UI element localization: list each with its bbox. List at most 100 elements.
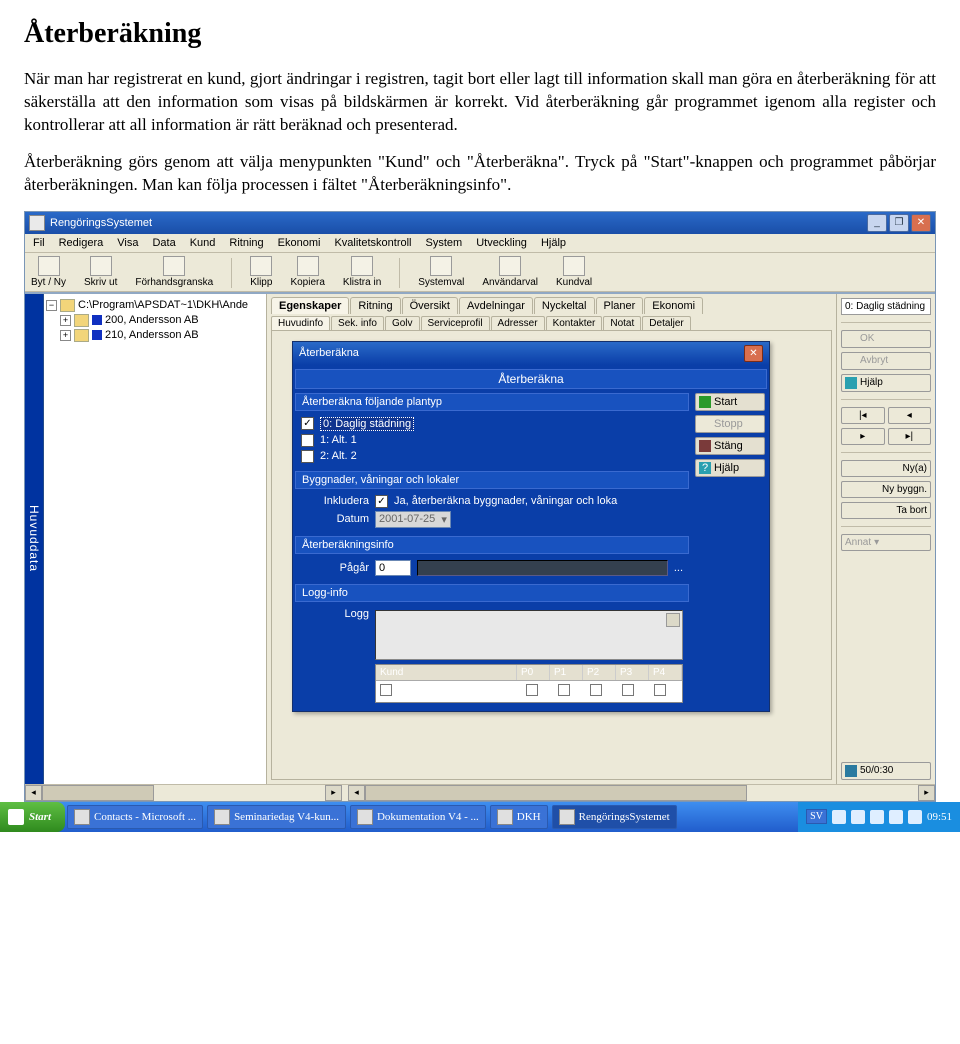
task-contacts[interactable]: Contacts - Microsoft ... xyxy=(67,805,203,829)
tabort-button[interactable]: Ta bort xyxy=(841,502,931,519)
row-p1-checkbox[interactable] xyxy=(558,684,570,696)
language-indicator[interactable]: SV xyxy=(806,809,827,824)
tab-avdelningar[interactable]: Avdelningar xyxy=(459,297,533,314)
dialog-close-button[interactable]: ✕ xyxy=(744,345,763,362)
checkbox-opt2[interactable] xyxy=(301,450,314,463)
tool-klipp[interactable]: Klipp xyxy=(250,256,272,288)
tab-planer[interactable]: Planer xyxy=(596,297,644,314)
th-p3[interactable]: P3 xyxy=(616,665,649,680)
nav-prev-button[interactable]: ◂ xyxy=(888,407,932,424)
menu-redigera[interactable]: Redigera xyxy=(59,237,104,249)
checkbox-inkludera[interactable]: ✓ xyxy=(375,495,388,508)
task-rengoring[interactable]: RengöringsSystemet xyxy=(552,805,677,829)
checkbox-opt1[interactable] xyxy=(301,434,314,447)
tray-icon[interactable] xyxy=(851,810,865,824)
tool-skriv-ut[interactable]: Skriv ut xyxy=(84,256,117,288)
task-dkh[interactable]: DKH xyxy=(490,805,548,829)
row-checkbox[interactable] xyxy=(380,684,392,696)
row-p0-checkbox[interactable] xyxy=(526,684,538,696)
nav-next-button[interactable]: ▸ xyxy=(841,428,885,445)
row-p3-checkbox[interactable] xyxy=(622,684,634,696)
plantyp-field[interactable]: 0: Daglig städning xyxy=(841,298,931,315)
nya-button[interactable]: Ny(a) xyxy=(841,460,931,477)
nav-first-button[interactable]: |◂ xyxy=(841,407,885,424)
close-button[interactable]: ✕ xyxy=(911,214,931,232)
stang-button[interactable]: Stäng xyxy=(695,437,765,455)
menu-ritning[interactable]: Ritning xyxy=(229,237,263,249)
subtab-serviceprofil[interactable]: Serviceprofil xyxy=(421,316,490,330)
task-dokumentation[interactable]: Dokumentation V4 - ... xyxy=(350,805,486,829)
tab-ritning[interactable]: Ritning xyxy=(350,297,400,314)
tab-oversikt[interactable]: Översikt xyxy=(402,297,458,314)
stopp-button[interactable]: Stopp xyxy=(695,415,765,433)
tab-ekonomi[interactable]: Ekonomi xyxy=(644,297,703,314)
menu-visa[interactable]: Visa xyxy=(117,237,138,249)
subtab-notat[interactable]: Notat xyxy=(603,316,641,330)
task-seminariedag[interactable]: Seminariedag V4-kun... xyxy=(207,805,346,829)
expand-icon[interactable]: + xyxy=(60,330,71,341)
collapse-icon[interactable]: − xyxy=(46,300,57,311)
table-row[interactable]: Andersson AB xyxy=(376,681,682,702)
tree-item-1[interactable]: + 200, Andersson AB xyxy=(46,313,264,328)
subtab-golv[interactable]: Golv xyxy=(385,316,420,330)
subtab-adresser[interactable]: Adresser xyxy=(491,316,545,330)
tab-egenskaper[interactable]: Egenskaper xyxy=(271,297,349,314)
start-button[interactable]: Start xyxy=(695,393,765,411)
subtab-sek-info[interactable]: Sek. info xyxy=(331,316,384,330)
tray-icon[interactable] xyxy=(832,810,846,824)
menu-hjalp[interactable]: Hjälp xyxy=(541,237,566,249)
tray-icon[interactable] xyxy=(870,810,884,824)
minimize-button[interactable]: _ xyxy=(867,214,887,232)
menu-kund[interactable]: Kund xyxy=(190,237,216,249)
tab-nyckeltal[interactable]: Nyckeltal xyxy=(534,297,595,314)
th-p1[interactable]: P1 xyxy=(550,665,583,680)
tool-kopiera[interactable]: Kopiera xyxy=(290,256,324,288)
scroll-right-icon[interactable]: ▸ xyxy=(918,785,935,801)
datum-field[interactable]: 2001-07-25 ▾ xyxy=(375,511,451,528)
maximize-button[interactable]: ❐ xyxy=(889,214,909,232)
clock[interactable]: 09:51 xyxy=(927,811,952,823)
ok-button[interactable]: OK xyxy=(841,330,931,348)
hjalp-button[interactable]: ?Hjälp xyxy=(695,459,765,477)
th-kund[interactable]: Kund xyxy=(376,665,517,680)
th-p2[interactable]: P2 xyxy=(583,665,616,680)
annat-button[interactable]: Annat ▾ xyxy=(841,534,931,551)
scroll-left-icon[interactable]: ◂ xyxy=(25,785,42,801)
scroll-thumb[interactable] xyxy=(42,785,154,801)
th-p0[interactable]: P0 xyxy=(517,665,550,680)
subtab-detaljer[interactable]: Detaljer xyxy=(642,316,690,330)
start-button[interactable]: Start xyxy=(0,802,65,832)
checkbox-opt0[interactable]: ✓ xyxy=(301,417,314,430)
subtab-huvudinfo[interactable]: Huvudinfo xyxy=(271,316,330,330)
menu-system[interactable]: System xyxy=(426,237,463,249)
menu-kvalitet[interactable]: Kvalitetskontroll xyxy=(334,237,411,249)
menu-data[interactable]: Data xyxy=(152,237,175,249)
expand-icon[interactable]: + xyxy=(60,315,71,326)
volume-icon[interactable] xyxy=(908,810,922,824)
tree-item-2[interactable]: + 210, Andersson AB xyxy=(46,328,264,343)
subtab-kontakter[interactable]: Kontakter xyxy=(546,316,603,330)
tray-icon[interactable] xyxy=(889,810,903,824)
scroll-left-icon[interactable]: ◂ xyxy=(348,785,365,801)
menu-fil[interactable]: Fil xyxy=(33,237,45,249)
scroll-up-icon[interactable] xyxy=(666,613,680,627)
tool-byt-ny[interactable]: Byt / Ny xyxy=(31,256,66,288)
nybyggn-button[interactable]: Ny byggn. xyxy=(841,481,931,498)
row-p4-checkbox[interactable] xyxy=(654,684,666,696)
nav-last-button[interactable]: ▸| xyxy=(888,428,932,445)
logg-textarea[interactable] xyxy=(375,610,683,660)
left-tab-huvuddata[interactable]: Huvuddata xyxy=(25,294,44,784)
tool-kundval[interactable]: Kundval xyxy=(556,256,592,288)
menu-ekonomi[interactable]: Ekonomi xyxy=(278,237,321,249)
horizontal-scrollbar[interactable]: ◂ ▸ ◂ ▸ xyxy=(25,784,935,801)
tool-systemval[interactable]: Systemval xyxy=(418,256,464,288)
menu-utveckling[interactable]: Utveckling xyxy=(476,237,527,249)
tree-root[interactable]: − C:\Program\APSDAT~1\DKH\Ande xyxy=(46,298,264,313)
tool-klistra-in[interactable]: Klistra in xyxy=(343,256,381,288)
avbryt-button[interactable]: Avbryt xyxy=(841,352,931,370)
tool-anvandarval[interactable]: Användarval xyxy=(482,256,538,288)
scroll-thumb[interactable] xyxy=(365,785,747,801)
row-p2-checkbox[interactable] xyxy=(590,684,602,696)
hjalp-button[interactable]: Hjälp xyxy=(841,374,931,392)
scroll-right-icon[interactable]: ▸ xyxy=(325,785,342,801)
